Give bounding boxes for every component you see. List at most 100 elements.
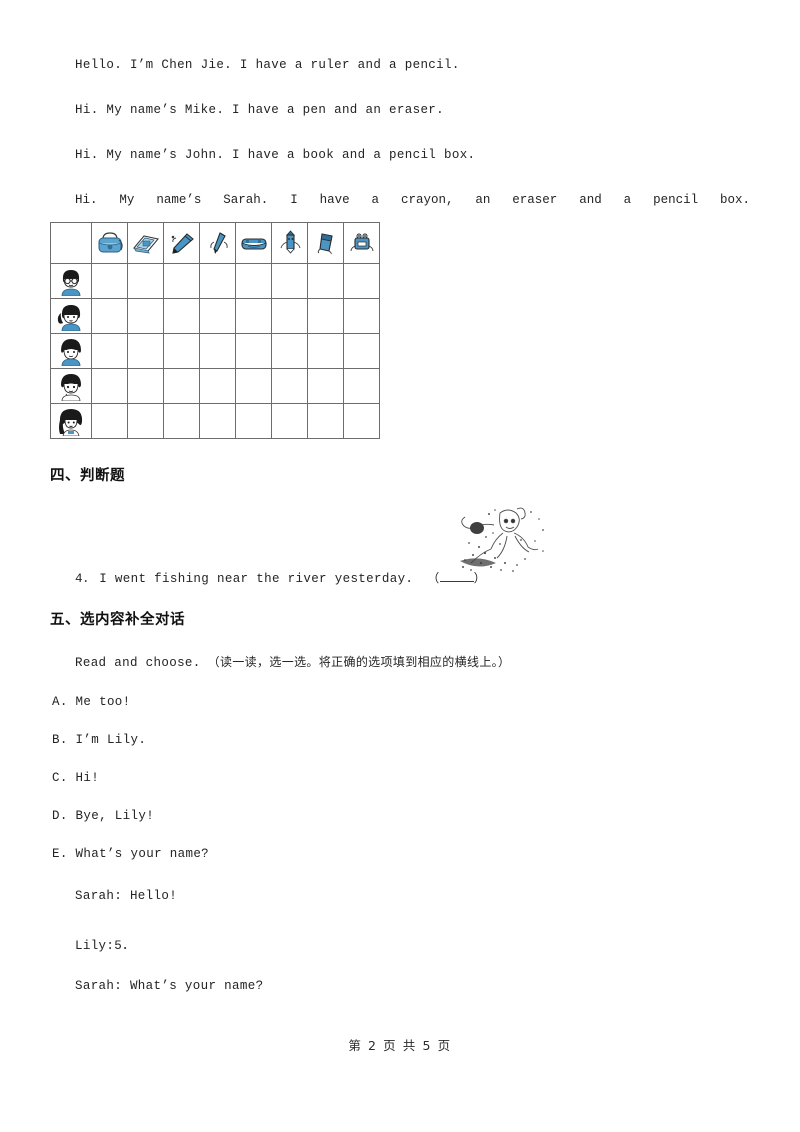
grid-cell[interactable] bbox=[307, 403, 344, 439]
instruction-english: Read and choose. bbox=[75, 656, 201, 670]
sarah-word: an bbox=[475, 193, 491, 207]
grid-cell[interactable] bbox=[91, 298, 128, 334]
grid-cell[interactable] bbox=[163, 298, 200, 334]
grid-cell[interactable] bbox=[199, 403, 236, 439]
grid-col-eraser bbox=[307, 222, 344, 264]
answer-close-paren: ） bbox=[473, 571, 486, 585]
sarah-word: Sarah. bbox=[223, 193, 269, 207]
grid-cell[interactable] bbox=[199, 368, 236, 404]
stationery-survey-grid bbox=[50, 222, 380, 439]
grid-cell[interactable] bbox=[163, 368, 200, 404]
option-b[interactable]: B. I’m Lily. bbox=[52, 733, 146, 747]
grid-col-pencil bbox=[199, 222, 236, 264]
grid-cell[interactable] bbox=[127, 368, 164, 404]
grid-cell[interactable] bbox=[91, 263, 128, 299]
grid-cell[interactable] bbox=[91, 368, 128, 404]
grid-cell[interactable] bbox=[307, 298, 344, 334]
grid-cell[interactable] bbox=[235, 298, 272, 334]
grid-col-pencil-box bbox=[235, 222, 272, 264]
grid-cell[interactable] bbox=[199, 263, 236, 299]
grid-cell[interactable] bbox=[127, 333, 164, 369]
instruction-chinese: （读一读，选一选。将正确的选项填到相应的横线上。） bbox=[207, 655, 511, 669]
question-number: 4 bbox=[75, 572, 83, 586]
grid-cell[interactable] bbox=[127, 263, 164, 299]
grid-cell[interactable] bbox=[91, 403, 128, 439]
dialogue-lily-blank[interactable]: Lily:5． bbox=[75, 934, 135, 953]
grid-cell[interactable] bbox=[163, 403, 200, 439]
schoolbag-icon bbox=[98, 232, 123, 253]
grid-cell[interactable] bbox=[271, 263, 308, 299]
avatar-boy-curly bbox=[61, 374, 81, 401]
grid-cell[interactable] bbox=[163, 263, 200, 299]
question-separator: ． bbox=[82, 571, 96, 585]
dialogue-line-chen-jie: Hello. I’m Chen Jie. I have a ruler and … bbox=[75, 58, 460, 72]
grid-col-crayon bbox=[271, 222, 308, 264]
avatar-girl-ponytail bbox=[57, 305, 81, 331]
table-row bbox=[50, 298, 380, 334]
grid-cell[interactable] bbox=[199, 333, 236, 369]
sarah-word: pencil bbox=[653, 193, 699, 207]
grid-cell[interactable] bbox=[307, 368, 344, 404]
grid-cell[interactable] bbox=[127, 403, 164, 439]
grid-col-ruler bbox=[343, 222, 380, 264]
sarah-word: My bbox=[119, 193, 135, 207]
sarah-word: box. bbox=[719, 193, 750, 207]
table-row bbox=[50, 368, 380, 404]
dialogue-sarah-hello: Sarah: Hello! bbox=[75, 889, 178, 903]
option-e[interactable]: E. What’s your name? bbox=[52, 847, 209, 861]
grid-cell[interactable] bbox=[235, 263, 272, 299]
pen-icon bbox=[171, 233, 194, 254]
grid-cell[interactable] bbox=[307, 263, 344, 299]
grid-col-pen bbox=[163, 222, 200, 264]
grid-cell[interactable] bbox=[271, 333, 308, 369]
option-d[interactable]: D. Bye, Lily! bbox=[52, 809, 154, 823]
crayon-icon bbox=[280, 230, 300, 254]
section-five-heading: 五、选内容补全对话 bbox=[50, 612, 185, 628]
ruler-icon bbox=[350, 233, 373, 252]
grid-cell[interactable] bbox=[271, 368, 308, 404]
fishing-boy-sketch bbox=[460, 507, 544, 572]
sarah-word: I bbox=[290, 193, 298, 207]
grid-cell[interactable] bbox=[235, 333, 272, 369]
grid-cell[interactable] bbox=[307, 333, 344, 369]
grid-row-avatar-5 bbox=[50, 403, 92, 439]
dialogue-line-john: Hi. My name’s John. I have a book and a … bbox=[75, 148, 476, 162]
grid-corner-cell bbox=[50, 222, 92, 264]
grid-cell[interactable] bbox=[343, 368, 380, 404]
grid-cell[interactable] bbox=[271, 403, 308, 439]
table-row bbox=[50, 263, 380, 299]
grid-cell[interactable] bbox=[199, 298, 236, 334]
grid-cell[interactable] bbox=[343, 263, 380, 299]
grid-cell[interactable] bbox=[235, 403, 272, 439]
sarah-word: crayon, bbox=[400, 193, 454, 207]
option-a[interactable]: A. Me too! bbox=[52, 695, 131, 709]
pencil-box-icon bbox=[240, 238, 267, 250]
grid-cell[interactable] bbox=[235, 368, 272, 404]
sarah-word: name’s bbox=[156, 193, 202, 207]
sarah-word: Hi. bbox=[75, 193, 98, 207]
dialogue-line-mike: Hi. My name’s Mike. I have a pen and an … bbox=[75, 103, 445, 117]
grid-row-avatar-3 bbox=[50, 333, 92, 369]
grid-cell[interactable] bbox=[343, 403, 380, 439]
grid-cell[interactable] bbox=[343, 298, 380, 334]
table-row bbox=[50, 333, 380, 369]
sarah-word: a bbox=[623, 193, 632, 207]
avatar-girl-long-hair bbox=[59, 409, 83, 436]
grid-row-avatar-1 bbox=[50, 263, 92, 299]
grid-cell[interactable] bbox=[163, 333, 200, 369]
answer-blank[interactable] bbox=[439, 570, 474, 582]
sarah-word: a bbox=[371, 193, 380, 207]
grid-row-avatar-4 bbox=[50, 368, 92, 404]
dialogue-sarah-name: Sarah: What’s your name? bbox=[75, 979, 264, 993]
sarah-word: eraser bbox=[512, 193, 558, 207]
eraser-icon bbox=[317, 233, 333, 255]
grid-cell[interactable] bbox=[91, 333, 128, 369]
grid-cell[interactable] bbox=[127, 298, 164, 334]
grid-col-book bbox=[127, 222, 164, 264]
grid-cell[interactable] bbox=[271, 298, 308, 334]
grid-cell[interactable] bbox=[343, 333, 380, 369]
question-4-row: 4． I went fishing near the river yesterda… bbox=[75, 569, 486, 586]
grid-row-avatar-2 bbox=[50, 298, 92, 334]
option-c[interactable]: C. Hi! bbox=[52, 771, 99, 785]
grid-col-schoolbag bbox=[91, 222, 128, 264]
